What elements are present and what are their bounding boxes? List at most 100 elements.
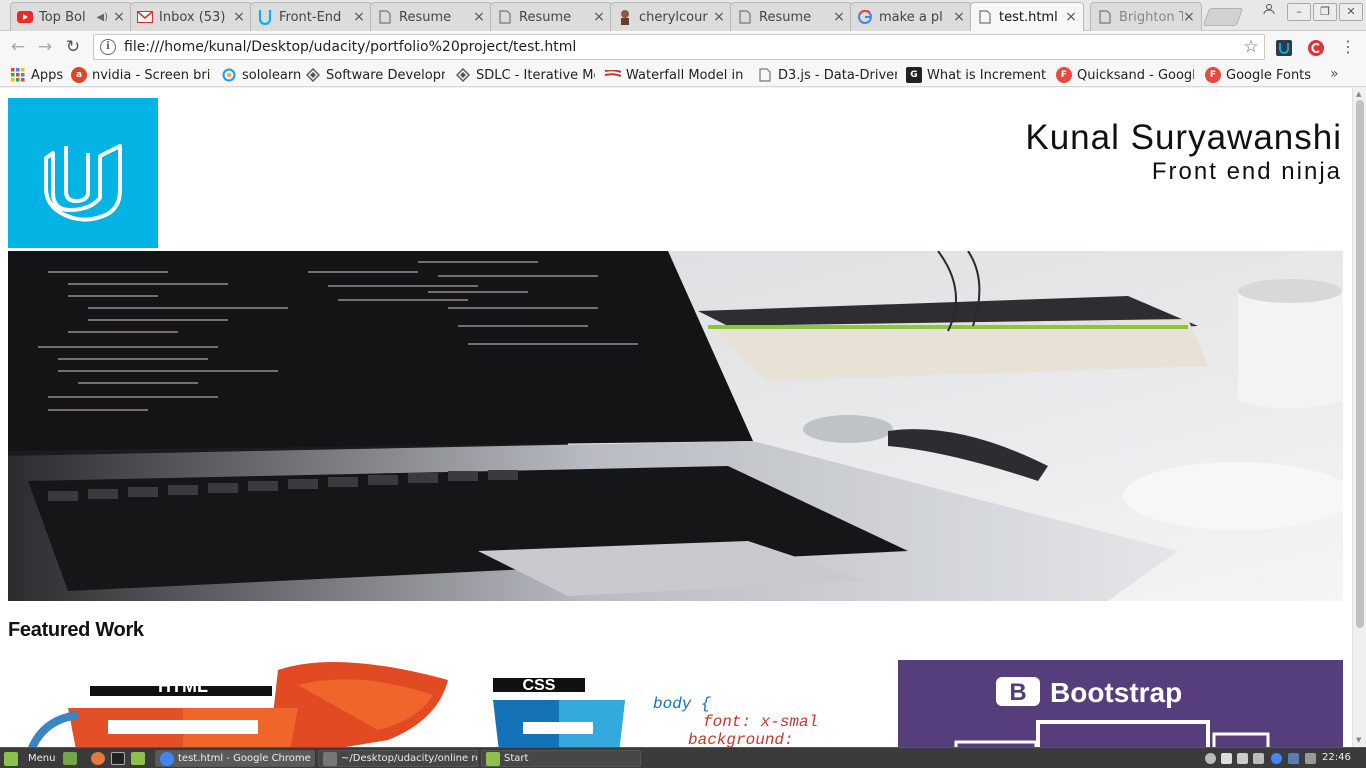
bookmark-label: nvidia - Screen brigh — [92, 67, 211, 83]
section-heading: Featured Work — [8, 619, 144, 641]
menu-label: Menu — [28, 753, 56, 764]
browser-tab[interactable]: Brighton T × — [1090, 2, 1202, 31]
info-icon[interactable]: i — [100, 39, 116, 55]
tab-title: Front-End — [279, 9, 342, 25]
new-tab-button[interactable] — [1202, 8, 1244, 26]
browser-tab[interactable]: Resume × — [730, 2, 852, 31]
udacity-icon — [257, 9, 273, 25]
clock[interactable]: 22:46 — [1322, 752, 1351, 763]
fonts-icon: F — [1056, 67, 1072, 83]
bookmark-item[interactable]: F Quicksand - Google F — [1056, 66, 1194, 84]
close-tab-icon[interactable]: × — [473, 9, 485, 25]
work-thumbnail-css[interactable]: CSS body { font: x-smal background: — [453, 660, 898, 747]
terminal-icon[interactable] — [111, 752, 125, 765]
extension-udacity-icon[interactable] — [1276, 40, 1292, 56]
taskbar-window[interactable]: test.html - Google Chrome — [155, 750, 315, 767]
files-icon[interactable] — [131, 752, 145, 765]
volume-icon[interactable] — [1237, 753, 1248, 764]
battery-icon[interactable] — [1253, 753, 1264, 764]
work-thumbnail-bootstrap[interactable]: B Bootstrap — [898, 660, 1343, 747]
extension-red-icon[interactable] — [1308, 40, 1324, 56]
forward-icon[interactable]: → — [34, 36, 56, 58]
diamond-icon — [305, 67, 321, 83]
page-icon — [1097, 9, 1113, 25]
profile-icon[interactable] — [1257, 3, 1281, 21]
bookmark-item[interactable]: G What is Incremental — [906, 66, 1046, 84]
bookmark-label: Apps — [31, 67, 64, 83]
close-tab-icon[interactable]: × — [833, 9, 845, 25]
close-window-button[interactable]: ✕ — [1339, 3, 1363, 21]
page-icon — [737, 9, 753, 25]
scroll-down-icon[interactable]: ▼ — [1356, 736, 1361, 744]
browser-tab[interactable]: Top Bol ◀) × — [10, 2, 132, 31]
bookmark-label: D3.js - Data-Driven D — [778, 67, 897, 83]
page-icon — [977, 9, 993, 25]
bookmark-label: Google Fonts — [1226, 67, 1312, 83]
back-icon[interactable]: ← — [7, 36, 29, 58]
taskbar-window-label: ~/Desktop/udacity/online res... — [341, 753, 477, 764]
url-text[interactable]: file:///home/kunal/Desktop/udacity/portf… — [124, 39, 1238, 55]
work-label: HTML — [158, 676, 208, 696]
close-tab-icon[interactable]: × — [953, 9, 965, 25]
browser-toolbar: ← → ↻ i file:///home/kunal/Desktop/udaci… — [0, 31, 1366, 63]
taskbar-window[interactable]: Start — [481, 750, 641, 767]
scrollbar-thumb[interactable] — [1356, 100, 1364, 628]
bookmark-item[interactable]: Apps — [10, 66, 65, 84]
bookmark-item[interactable]: Software Developme — [305, 66, 445, 84]
gmail-icon — [137, 9, 153, 25]
page-title: Kunal Suryawanshi — [1025, 118, 1342, 157]
google-icon — [857, 9, 873, 25]
shield-icon[interactable] — [1288, 753, 1299, 764]
speaker-icon[interactable]: ◀) — [96, 12, 108, 23]
close-tab-icon[interactable]: × — [353, 9, 365, 25]
browser-tab[interactable]: cherylcour × — [610, 2, 732, 31]
bookmark-item[interactable]: D3.js - Data-Driven D — [757, 66, 897, 84]
close-tab-icon[interactable]: × — [1183, 9, 1195, 25]
bookmark-item[interactable]: F Google Fonts — [1205, 66, 1315, 84]
bookmark-item[interactable]: SDLC - Iterative Mod — [455, 66, 595, 84]
firefox-icon[interactable] — [91, 752, 105, 765]
user-icon[interactable] — [1205, 753, 1216, 764]
close-tab-icon[interactable]: × — [113, 9, 125, 25]
bookmark-item[interactable]: a nvidia - Screen brigh — [71, 66, 211, 84]
page-scrollbar[interactable]: ▲ ▼ — [1352, 88, 1366, 747]
bookmark-item[interactable]: sololearn — [221, 66, 301, 84]
reload-icon[interactable]: ↻ — [62, 36, 84, 58]
scroll-up-icon[interactable]: ▲ — [1356, 90, 1361, 98]
close-tab-icon[interactable]: × — [713, 9, 725, 25]
bookmarks-bar: Apps a nvidia - Screen brigh sololearn S… — [0, 63, 1366, 87]
more-bookmarks-icon[interactable]: » — [1330, 66, 1339, 82]
browser-tab[interactable]: Resume × — [490, 2, 612, 31]
page-subtitle: Front end ninja — [1151, 158, 1342, 185]
maximize-button[interactable]: ❐ — [1313, 3, 1337, 21]
chrome-menu-icon[interactable]: ⋮ — [1340, 37, 1356, 57]
browser-tab[interactable]: make a pl × — [850, 2, 972, 31]
start-menu-button[interactable]: Menu — [4, 750, 55, 767]
minimize-button[interactable]: – — [1287, 3, 1311, 21]
page-icon — [757, 67, 773, 83]
browser-tab[interactable]: Inbox (53) × — [130, 2, 252, 31]
chrome-tray-icon[interactable] — [1271, 753, 1282, 764]
browser-tab[interactable]: Resume × — [370, 2, 492, 31]
diamond-icon — [455, 67, 471, 83]
code-snippet: font: x-smal — [703, 713, 818, 731]
bookmark-label: Software Developme — [326, 67, 445, 83]
work-thumbnail-html[interactable]: HTML — [8, 660, 453, 747]
bluetooth-icon[interactable] — [1305, 753, 1316, 764]
address-bar[interactable]: i file:///home/kunal/Desktop/udacity/por… — [93, 34, 1265, 60]
bookmark-label: SDLC - Iterative Mod — [476, 67, 595, 83]
bookmark-star-icon[interactable]: ☆ — [1238, 37, 1264, 57]
close-tab-icon[interactable]: × — [1065, 9, 1077, 25]
wifi-icon[interactable] — [1221, 753, 1232, 764]
page-icon — [497, 9, 513, 25]
bookmark-item[interactable]: Waterfall Model in Sc — [605, 66, 745, 84]
close-tab-icon[interactable]: × — [593, 9, 605, 25]
browser-tab-active[interactable]: test.html × — [970, 2, 1084, 31]
browser-tab[interactable]: Front-End × — [250, 2, 372, 31]
hero-image — [8, 251, 1343, 601]
taskbar-window[interactable]: ~/Desktop/udacity/online res... — [318, 750, 478, 767]
show-desktop-icon[interactable] — [63, 752, 77, 765]
bookmark-label: Waterfall Model in Sc — [626, 67, 745, 83]
tab-title: Top Bol — [39, 9, 86, 25]
close-tab-icon[interactable]: × — [233, 9, 245, 25]
